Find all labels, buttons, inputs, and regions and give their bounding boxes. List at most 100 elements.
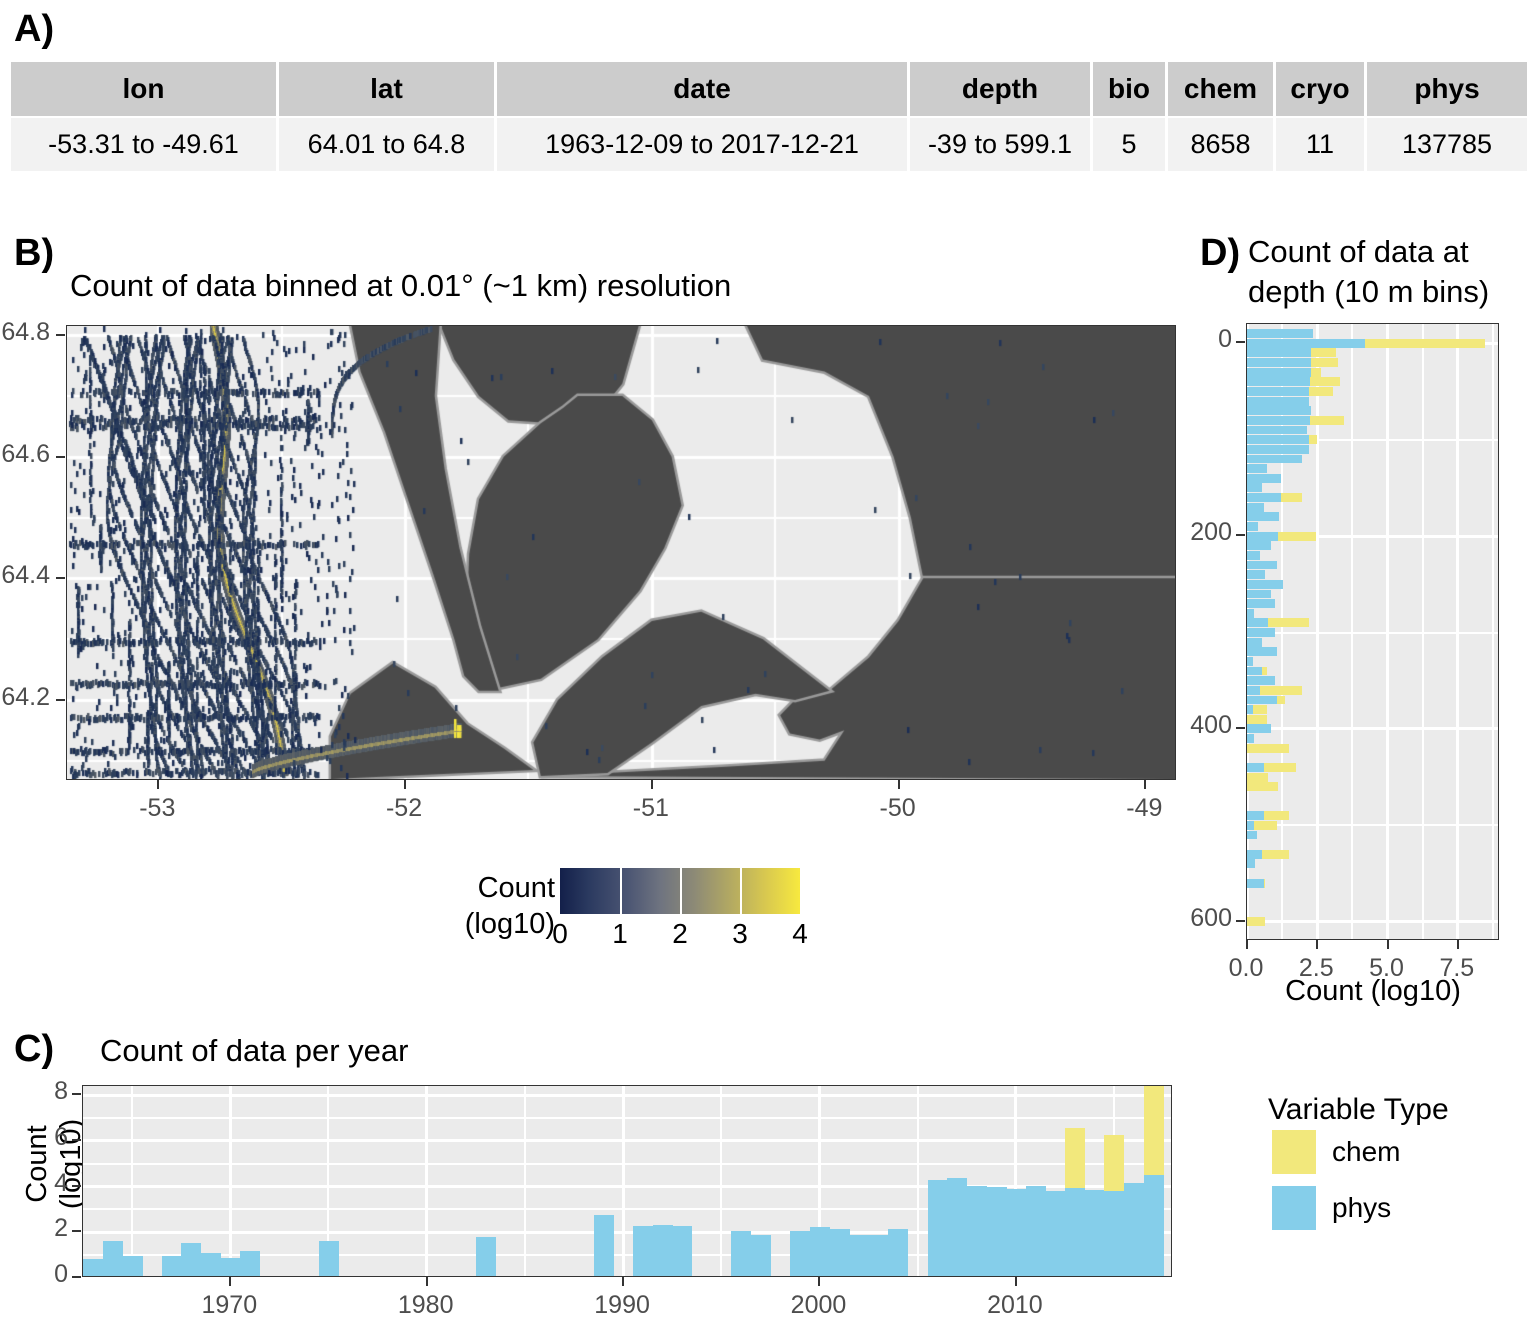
panel-d-y-tick: [1236, 341, 1245, 344]
panel-d-bar-phys: [1247, 454, 1302, 464]
panel-d-y-tick-label: 0: [1218, 325, 1232, 354]
panel-d-bar-phys: [1247, 859, 1256, 869]
panel-c-x-tick: [425, 1277, 428, 1286]
panel-d-bar-phys: [1247, 734, 1255, 743]
colorbar-tick-label: 3: [732, 918, 748, 949]
map-x-tick-label: -52: [385, 794, 423, 822]
panel-c-gridline-minor: [720, 1086, 723, 1276]
panel-c-bar-phys: [790, 1231, 811, 1276]
panel-c-bar-phys: [672, 1226, 693, 1276]
panel-b-title: Count of data binned at 0.01° (~1 km) re…: [70, 268, 732, 303]
panel-c-bar-phys: [161, 1255, 182, 1276]
panel-d-bar-phys: [1247, 830, 1257, 840]
map-x-tick-label: -49: [1126, 794, 1163, 822]
panel-c-bar-phys: [829, 1229, 850, 1276]
panel-c-gridline-minor: [523, 1086, 526, 1276]
panel-c-y-tick: [72, 1093, 81, 1096]
panel-d-bar-phys: [1247, 666, 1262, 676]
table-header-row: lon lat date depth bio chem cryo phys: [11, 62, 1527, 116]
panel-c-y-tick: [72, 1276, 81, 1278]
panel-d-bar-phys: [1247, 329, 1314, 339]
panel-c-gridline-major: [621, 1086, 625, 1276]
panel-c-x-tick-label: 2000: [790, 1291, 847, 1319]
panel-d-bar-phys: [1247, 444, 1309, 454]
panel-c-y-tick-label: 4: [54, 1168, 68, 1197]
panel-c-bar-phys: [1064, 1188, 1086, 1276]
panel-c-x-tick: [818, 1277, 821, 1286]
panel-d-x-axis-label: Count (log10): [1285, 975, 1461, 1007]
panel-d-bar-phys: [1247, 338, 1365, 348]
panel-d-bar-phys: [1247, 473, 1281, 483]
panel-c-x-tick: [229, 1277, 232, 1286]
map-y-tick-label: 64.8: [1, 318, 50, 347]
table-header-depth: depth: [910, 62, 1090, 116]
legend-swatch-chem: [1272, 1130, 1316, 1174]
panel-d-bar-phys: [1247, 387, 1310, 396]
colorbar-tick: [680, 868, 682, 914]
panel-c-bar-phys: [986, 1187, 1007, 1276]
panel-c-x-tick-label: 1980: [397, 1291, 454, 1319]
panel-c-gridline-major: [425, 1086, 429, 1276]
panel-d-bar-phys: [1247, 589, 1271, 599]
map-x-tick: [897, 780, 900, 789]
panel-d-bar-chem: [1247, 714, 1267, 724]
panel-c-x-tick-label: 1990: [594, 1291, 650, 1319]
panel-d-bar-phys: [1247, 849, 1263, 859]
panel-c-bar-phys: [1104, 1190, 1125, 1276]
panel-c-bar-phys: [1143, 1174, 1164, 1276]
panel-d-bar-phys: [1247, 579, 1283, 589]
colorbar-label: Count (log10): [445, 870, 555, 942]
panel-c-bar-phys: [1025, 1185, 1046, 1276]
panel-c-bar-phys: [868, 1234, 889, 1276]
panel-c-y-tick: [72, 1230, 81, 1233]
panel-c-gridline-major: [83, 1093, 1171, 1097]
table-header-chem: chem: [1168, 62, 1273, 116]
panel-c-y-tick-label: 8: [54, 1077, 68, 1106]
panel-c-bar-phys: [220, 1258, 241, 1276]
table-header-lat: lat: [279, 62, 494, 116]
panel-d-x-tick: [1386, 940, 1389, 949]
panel-c-bar-phys: [593, 1214, 614, 1276]
panel-c-bar-phys: [947, 1178, 968, 1276]
panel-c-bar-phys: [966, 1186, 988, 1276]
panel-c-bar-phys: [1123, 1183, 1145, 1276]
panel-c-bar-phys: [809, 1226, 830, 1276]
panel-c-y-tick-label: 0: [54, 1260, 68, 1288]
panel-c-bar-phys: [102, 1240, 123, 1276]
panel-d-bar-phys: [1247, 358, 1312, 367]
map-x-tick-label: -53: [139, 794, 176, 822]
panel-d-bar-phys: [1247, 550, 1260, 560]
panel-d-bar-phys: [1247, 618, 1269, 628]
map-y-tick: [56, 698, 65, 701]
legend-swatch-phys: [1272, 1186, 1316, 1230]
panel-c-y-tick-label: 6: [54, 1122, 68, 1151]
map-y-tick: [56, 455, 65, 458]
table-cell-lat: 64.01 to 64.8: [279, 118, 494, 171]
panel-d-bar-phys: [1247, 695, 1277, 705]
panel-d-bar-chem: [1247, 782, 1278, 792]
panel-c-x-tick: [622, 1277, 625, 1286]
table-header-lon: lon: [11, 62, 276, 116]
panel-c-title: Count of data per year: [100, 1033, 409, 1068]
panel-c-bar-phys: [652, 1224, 673, 1276]
panel-c-bar-phys: [1084, 1189, 1105, 1276]
panel-c-bar-phys: [888, 1229, 909, 1276]
panel-d-y-tick: [1236, 919, 1245, 922]
map-x-tick-label: -50: [879, 794, 916, 822]
map-x-tick: [404, 780, 407, 789]
colorbar-tick-label: 4: [792, 918, 808, 949]
map-plot-area: [66, 325, 1176, 780]
panel-d-bar-phys: [1247, 676, 1276, 686]
map-canvas: [67, 326, 1175, 779]
map-y-tick: [56, 577, 65, 580]
panel-c-bar-phys: [848, 1234, 870, 1276]
panel-d-bar-phys: [1247, 685, 1260, 695]
map-x-tick-label: -51: [632, 794, 669, 822]
panel-d-bar-phys: [1247, 464, 1267, 474]
panel-d-bar-phys: [1247, 512, 1280, 522]
colorbar-tick: [620, 868, 622, 914]
panel-b-letter: B): [14, 232, 55, 274]
table-cell-cryo: 11: [1276, 118, 1364, 171]
colorbar-tick-label: 1: [612, 918, 628, 949]
panel-c-x-tick-label: 1970: [201, 1291, 258, 1319]
